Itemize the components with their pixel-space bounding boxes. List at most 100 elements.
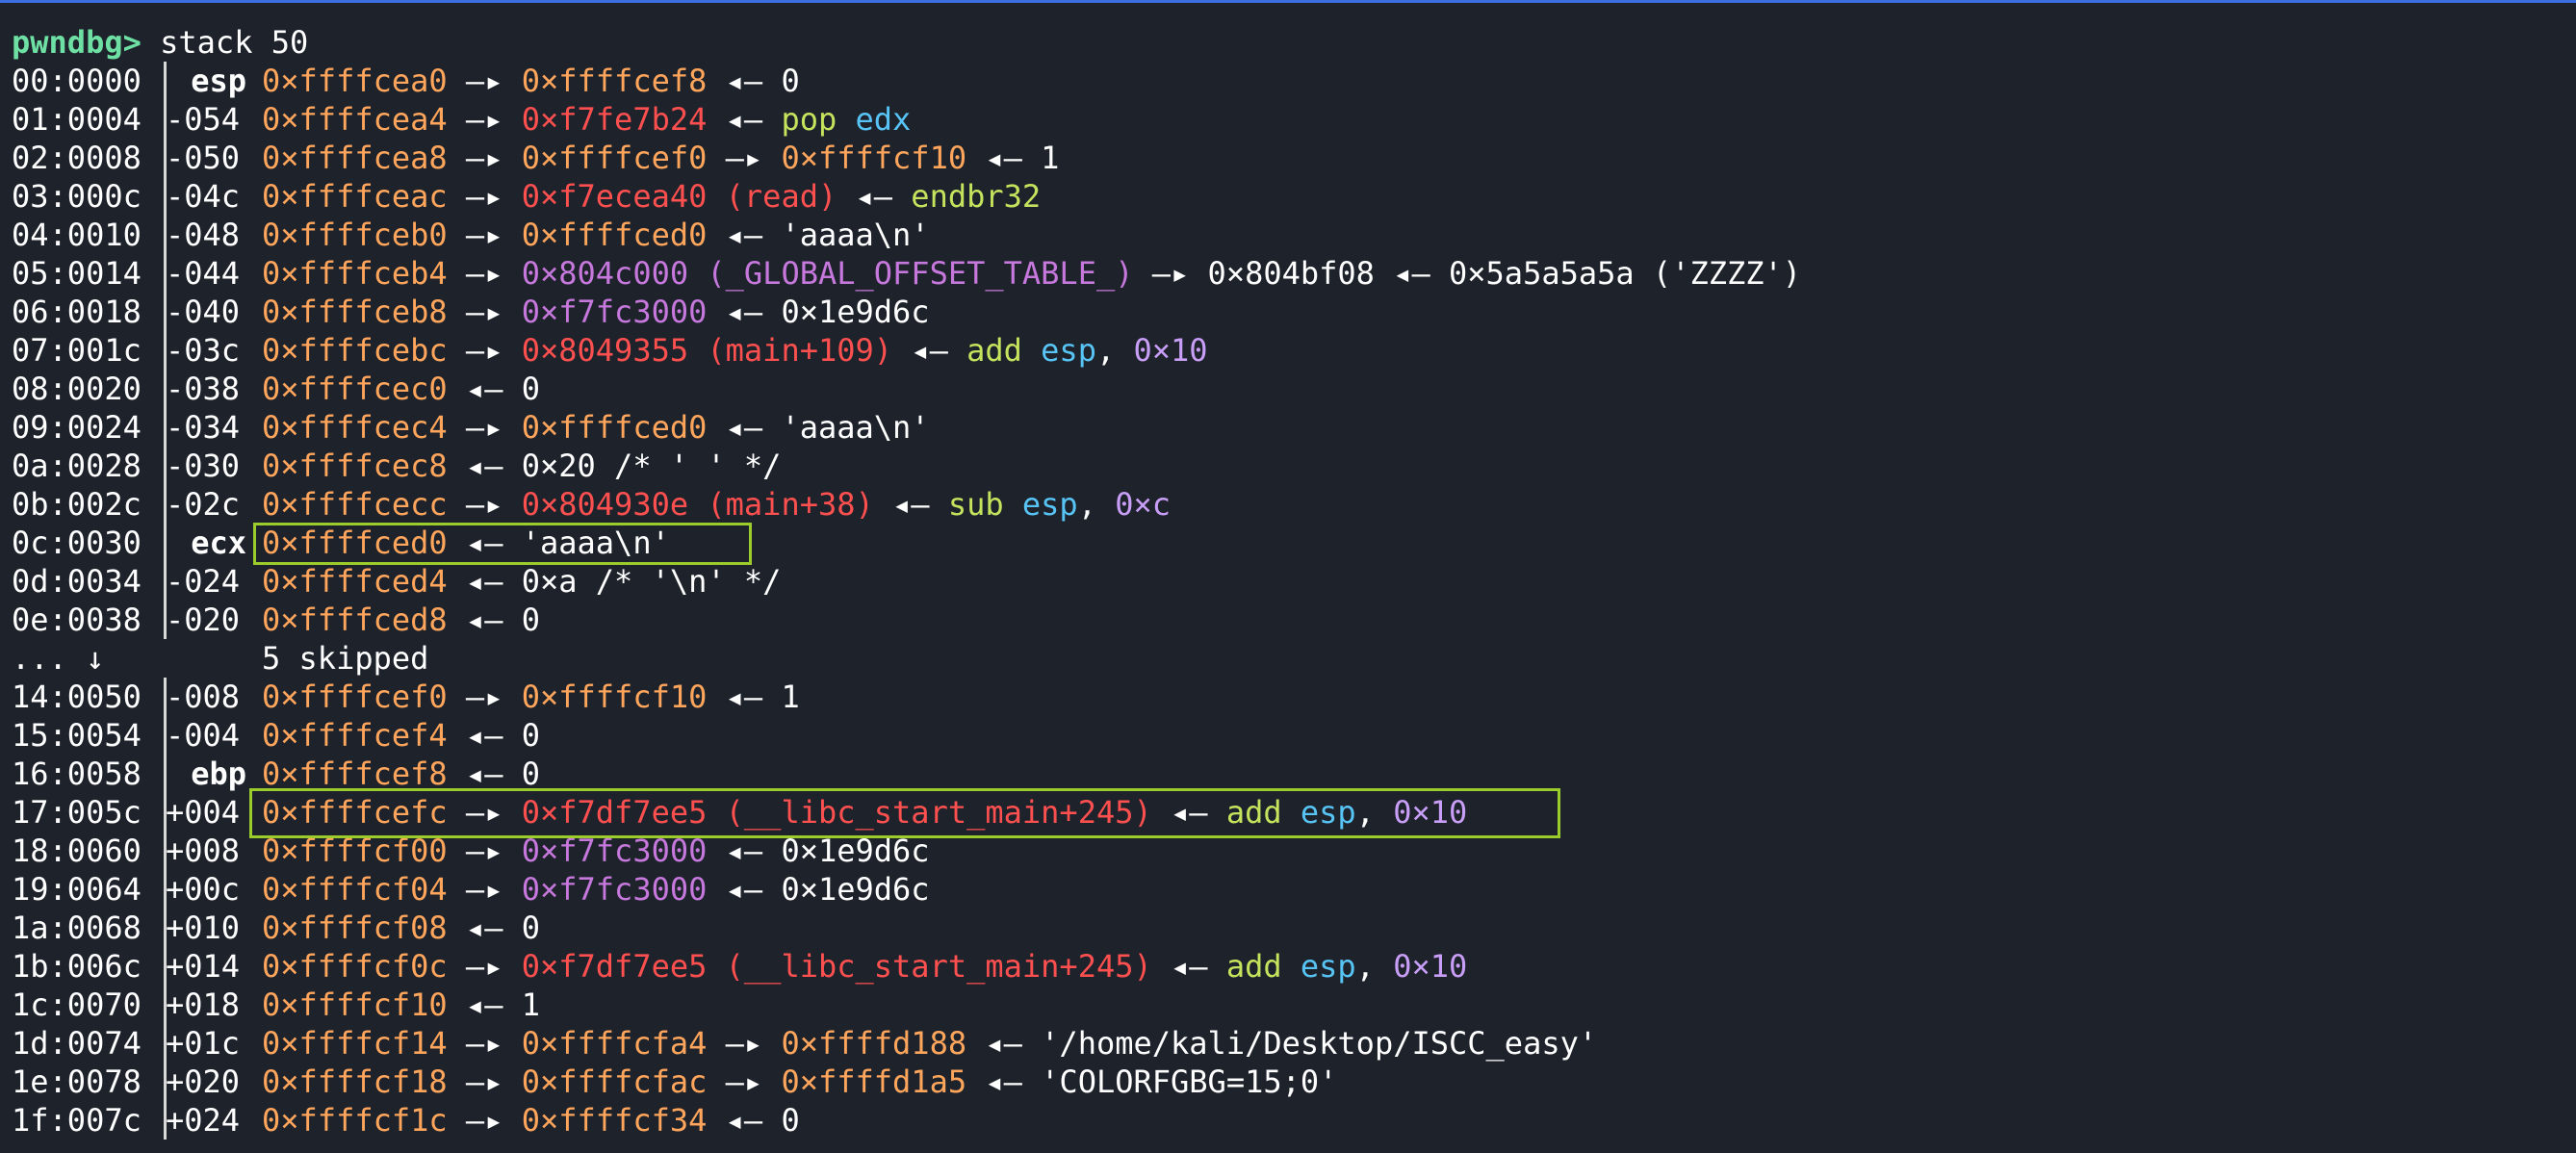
prompt-line: pwndbg> stack 50 bbox=[12, 23, 2514, 62]
value-plain: 0×20 /* ' ' */ bbox=[521, 448, 782, 484]
row-index: 1c:0070 bbox=[12, 986, 142, 1023]
value-plain: 0 bbox=[521, 602, 540, 638]
value-stack: 0×ffffcfac bbox=[521, 1063, 708, 1100]
pointer-arrow: —▸ bbox=[707, 1025, 782, 1062]
pointer-arrow: ◂— bbox=[707, 1102, 782, 1139]
terminal-output[interactable]: pwndbg> stack 50 00:0000 esp 0×ffffcea0 —▸… bbox=[12, 23, 2514, 1140]
pointer-arrow: —▸ bbox=[447, 217, 522, 253]
value-code: 0×f7fe7b24 bbox=[521, 101, 708, 138]
pointer-arrow: ◂— bbox=[707, 63, 782, 99]
value-plain: 0 bbox=[521, 756, 540, 792]
value-stack: 0×ffffcea4 bbox=[262, 101, 448, 138]
stack-row: 0b:002c -02c 0×ffffcecc —▸ 0×804930e (main… bbox=[12, 485, 2514, 524]
frame-offset: -02c bbox=[166, 486, 241, 523]
value-stack: 0×ffffced0 bbox=[521, 217, 708, 253]
pointer-arrow: —▸ bbox=[447, 140, 522, 176]
highlight-box-return-address-row bbox=[249, 788, 1560, 838]
column-separator bbox=[164, 716, 167, 755]
value-plain: 0×1e9d6c bbox=[781, 871, 930, 908]
frame-offset: -030 bbox=[166, 448, 241, 484]
value-stack: 0×ffffced0 bbox=[521, 409, 708, 446]
frame-offset: +018 bbox=[166, 986, 241, 1023]
column-separator bbox=[164, 524, 167, 562]
row-index: 02:0008 bbox=[12, 140, 142, 176]
frame-offset: -048 bbox=[166, 217, 241, 253]
frame-offset: -054 bbox=[166, 101, 241, 138]
row-index: 03:000c bbox=[12, 178, 142, 215]
value-stack: 0×ffffcef0 bbox=[262, 679, 448, 715]
pointer-arrow: —▸ bbox=[447, 1102, 522, 1139]
value-stack: 0×ffffcfa4 bbox=[521, 1025, 708, 1062]
row-index: 0d:0034 bbox=[12, 563, 142, 600]
register-label: esp bbox=[191, 63, 246, 99]
stack-row: 1f:007c +024 0×ffffcf1c —▸ 0×ffffcf34 ◂— 0 bbox=[12, 1101, 2514, 1140]
frame-offset: +020 bbox=[166, 1063, 241, 1100]
row-index: 16:0058 bbox=[12, 756, 142, 792]
stack-row: 0a:0028 -030 0×ffffcec8 ◂— 0×20 /* ' ' */ bbox=[12, 447, 2514, 485]
value-stack: 0×ffffcef8 bbox=[262, 756, 448, 792]
value-stack: 0×ffffcf34 bbox=[521, 1102, 708, 1139]
column-separator bbox=[164, 408, 167, 447]
pointer-arrow: —▸ bbox=[447, 63, 522, 99]
frame-offset: -040 bbox=[166, 294, 241, 330]
pointer-arrow: —▸ bbox=[1133, 255, 1208, 292]
value-stack: 0×ffffceb8 bbox=[262, 294, 448, 330]
frame-offset: -038 bbox=[166, 371, 241, 407]
row-index: 17:005c bbox=[12, 794, 142, 831]
frame-offset: +008 bbox=[166, 833, 241, 869]
value-stack: 0×ffffcf04 bbox=[262, 871, 448, 908]
pointer-arrow: ◂— bbox=[1151, 948, 1226, 985]
pointer-arrow: ◂— bbox=[447, 910, 522, 946]
highlight-box-ecx-row bbox=[253, 523, 752, 565]
pointer-arrow: —▸ bbox=[447, 486, 522, 523]
frame-offset: -034 bbox=[166, 409, 241, 446]
row-index: 0e:0038 bbox=[12, 602, 142, 638]
value-stack: 0×ffffcef8 bbox=[521, 63, 708, 99]
stack-rows: 00:0000 esp 0×ffffcea0 —▸ 0×ffffcef8 ◂— 00… bbox=[12, 62, 2514, 1140]
pointer-arrow: ◂— bbox=[1374, 255, 1449, 292]
frame-offset: +014 bbox=[166, 948, 241, 985]
row-index: 08:0020 bbox=[12, 371, 142, 407]
pointer-arrow: —▸ bbox=[447, 948, 522, 985]
value-code: 0×804930e (main+38) bbox=[521, 486, 874, 523]
column-separator bbox=[164, 100, 167, 139]
value-stack: 0×ffffcea8 bbox=[262, 140, 448, 176]
value-stack: 0×ffffd1a5 bbox=[781, 1063, 967, 1100]
pointer-arrow: ◂— bbox=[966, 1025, 1042, 1062]
pointer-arrow: ◂— bbox=[447, 602, 522, 638]
stack-row: 00:0000 esp 0×ffffcea0 —▸ 0×ffffcef8 ◂— 0 bbox=[12, 62, 2514, 100]
column-separator bbox=[164, 1024, 167, 1063]
stack-row: 06:0018 -040 0×ffffceb8 —▸ 0×f7fc3000 ◂— 0… bbox=[12, 293, 2514, 331]
column-separator bbox=[164, 947, 167, 986]
value-plain: 0 bbox=[521, 371, 540, 407]
value-stack: 0×ffffcec4 bbox=[262, 409, 448, 446]
value-stack: 0×ffffcebc bbox=[262, 332, 448, 369]
pointer-arrow: ◂— bbox=[707, 101, 782, 138]
value-plain: 0 bbox=[521, 910, 540, 946]
value-data: 0×f7fc3000 bbox=[521, 294, 708, 330]
stack-row: 02:0008 -050 0×ffffcea8 —▸ 0×ffffcef0 —▸ 0… bbox=[12, 139, 2514, 177]
row-index: ... ↓ bbox=[12, 640, 105, 677]
column-separator bbox=[164, 177, 167, 216]
column-separator bbox=[164, 370, 167, 408]
column-separator bbox=[164, 909, 167, 947]
value-op: add bbox=[1225, 948, 1301, 985]
column-separator bbox=[164, 216, 167, 254]
pointer-arrow: ◂— bbox=[447, 717, 522, 754]
row-index: 00:0000 bbox=[12, 63, 142, 99]
row-index: 0b:002c bbox=[12, 486, 142, 523]
value-reg: edx bbox=[855, 101, 912, 138]
row-index: 04:0010 bbox=[12, 217, 142, 253]
column-separator bbox=[164, 755, 167, 793]
value-reg: esp bbox=[1300, 948, 1356, 985]
row-index: 18:0060 bbox=[12, 833, 142, 869]
pointer-arrow: ◂— bbox=[707, 871, 782, 908]
register-label: ebp bbox=[191, 756, 246, 792]
row-index: 15:0054 bbox=[12, 717, 142, 754]
pointer-arrow: ◂— bbox=[837, 178, 912, 215]
value-stack: 0×ffffcec0 bbox=[262, 371, 448, 407]
value-stack: 0×ffffcec8 bbox=[262, 448, 448, 484]
frame-offset: -03c bbox=[166, 332, 241, 369]
column-separator bbox=[164, 485, 167, 524]
column-separator bbox=[164, 1101, 167, 1140]
